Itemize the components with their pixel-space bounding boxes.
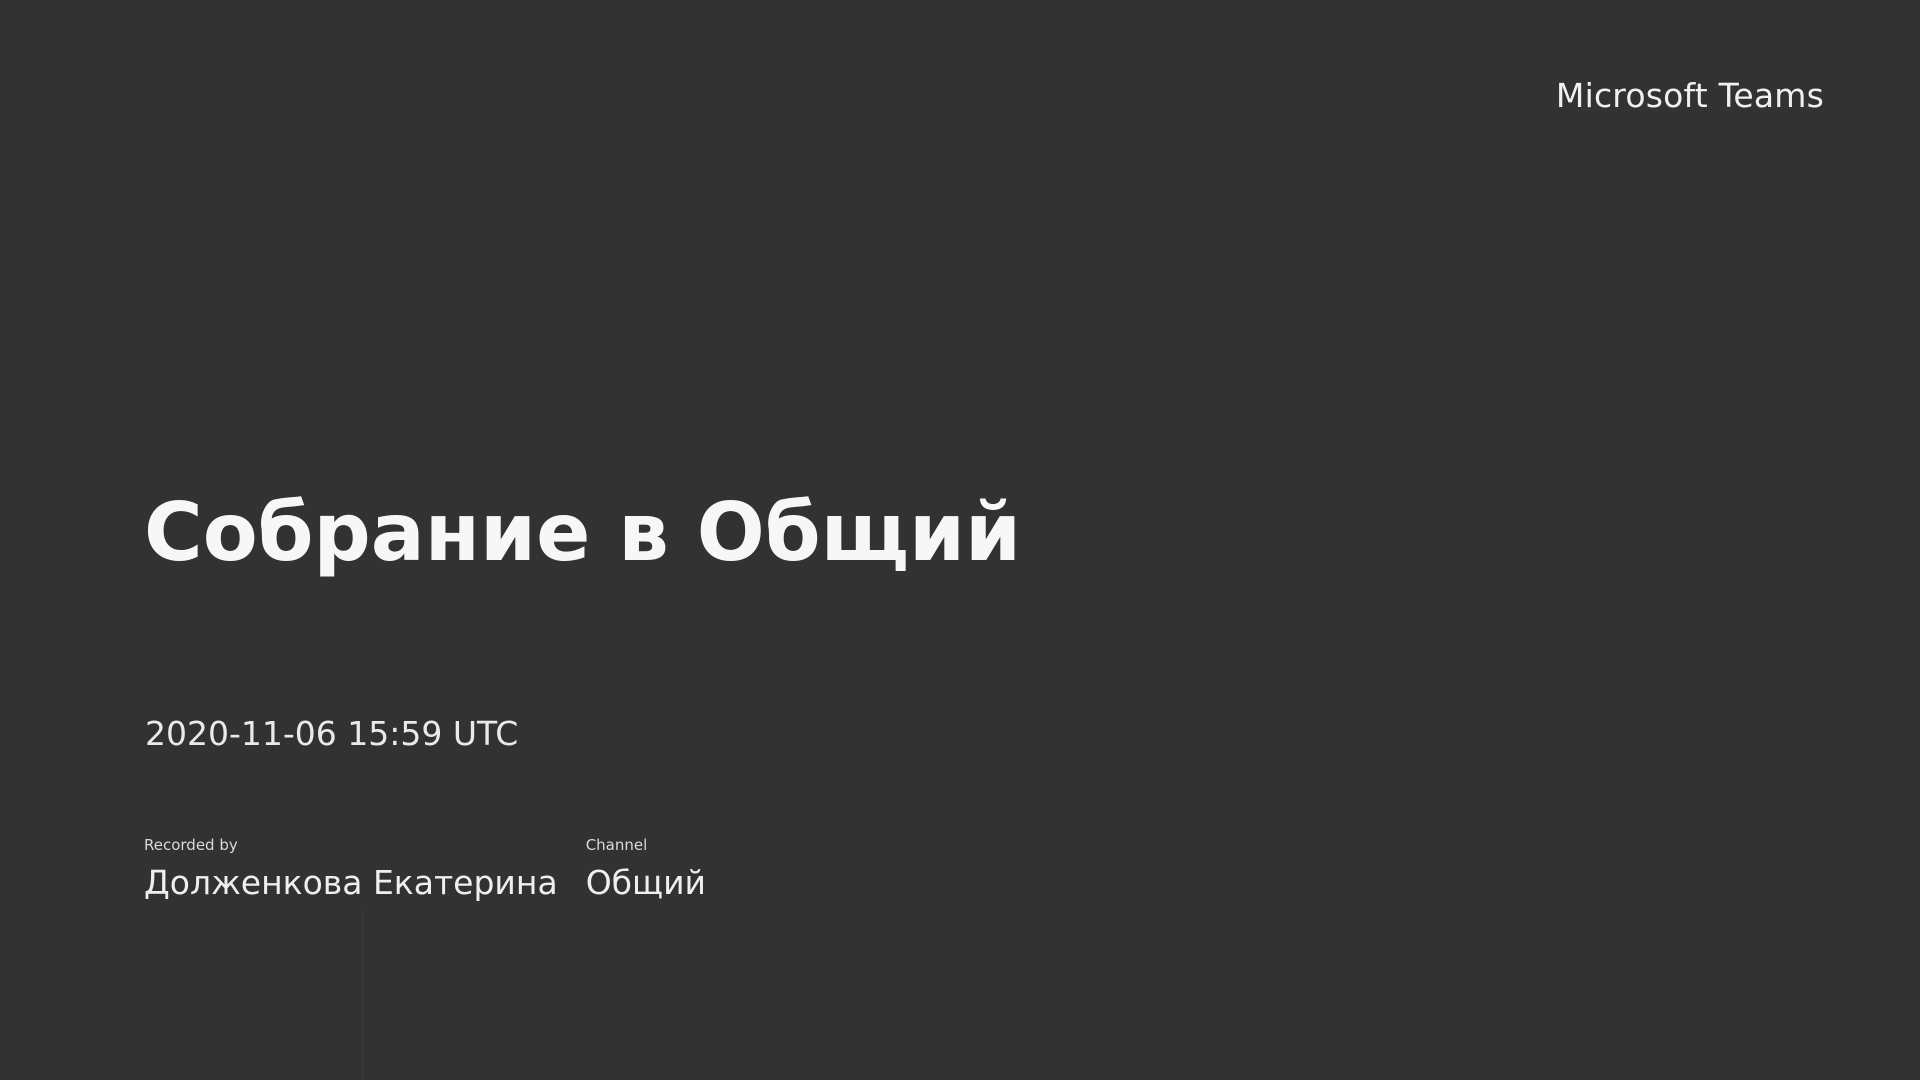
channel-value: Общий xyxy=(585,863,706,902)
meeting-timestamp: 2020-11-06 15:59 UTC xyxy=(145,714,519,753)
divider-line xyxy=(362,908,363,1080)
recorded-by-value: Долженкова Екатерина xyxy=(144,863,558,902)
channel-block: Channel Общий xyxy=(586,836,706,902)
channel-label: Channel xyxy=(585,836,648,854)
brand-label: Microsoft Teams xyxy=(1555,76,1824,115)
meeting-title: Собрание в Общий xyxy=(144,486,1022,579)
recorded-by-block: Recorded by Долженкова Екатерина xyxy=(144,836,558,902)
recording-title-card: Microsoft Teams Собрание в Общий 2020-11… xyxy=(0,0,1920,1080)
meeting-details: Recorded by Долженкова Екатерина Channel… xyxy=(144,836,706,902)
recorded-by-label: Recorded by xyxy=(144,836,238,854)
